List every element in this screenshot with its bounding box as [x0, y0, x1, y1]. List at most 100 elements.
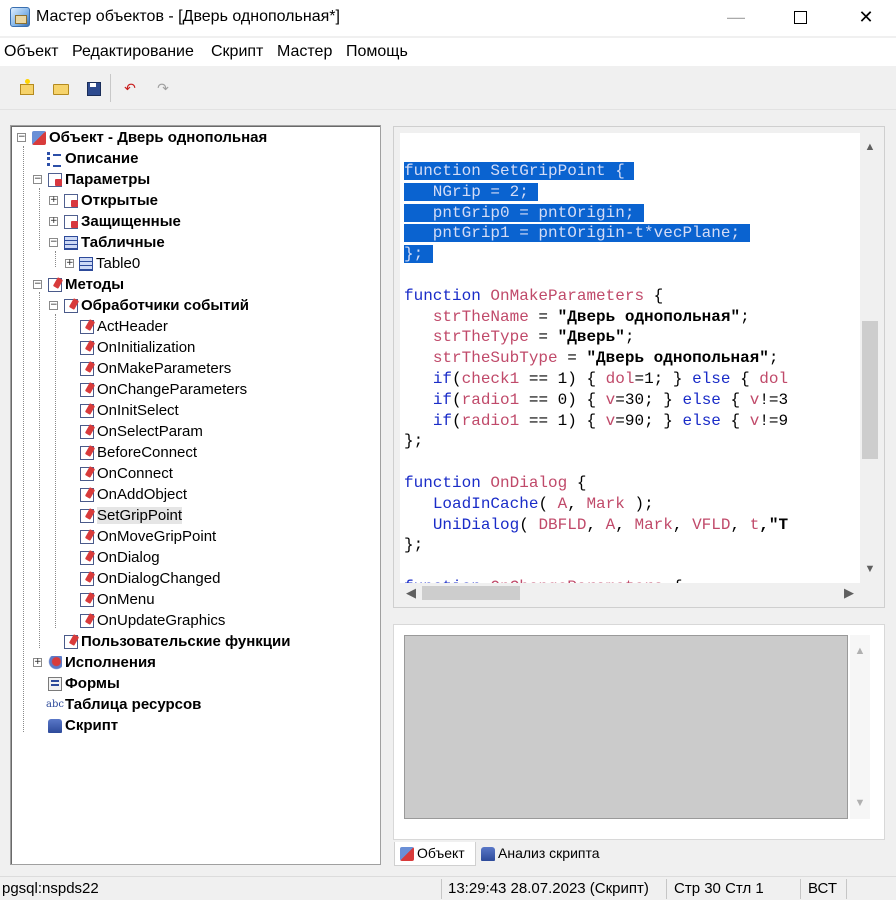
collapse-icon[interactable]: − [49, 301, 58, 310]
redo-icon[interactable]: ↷ [153, 78, 173, 98]
tree-item-handler[interactable]: OnInitSelect [17, 401, 377, 421]
tree-item-handler[interactable]: OnAddObject [17, 485, 377, 505]
tree-item-handler[interactable]: OnConnect [17, 464, 377, 484]
expand-icon[interactable]: + [65, 259, 74, 268]
vertical-scrollbar[interactable]: ▲ ▼ [860, 133, 880, 583]
minimize-button[interactable]: — [706, 0, 766, 36]
tree-item-methods[interactable]: − Методы [17, 275, 377, 295]
tree-item-handler[interactable]: OnSelectParam [17, 422, 377, 442]
app-icon [10, 7, 30, 27]
tree-item-handler[interactable]: OnUpdateGraphics [17, 611, 377, 631]
scroll-up-icon[interactable]: ▲ [860, 141, 880, 153]
code-line-text: function OnDialog { [404, 474, 586, 492]
collapse-icon[interactable]: − [33, 280, 42, 289]
output-area[interactable] [404, 635, 848, 819]
expand-icon[interactable]: + [49, 217, 58, 226]
code-line-text: UniDialog( DBFLD, A, Mark, VFLD, t,"Т [404, 516, 788, 534]
code-token: v [749, 390, 760, 409]
code-token: ; [624, 328, 635, 347]
tree-item-handler[interactable]: OnMakeParameters [17, 359, 377, 379]
menu-script[interactable]: Скрипт [211, 43, 263, 61]
script-editor-panel: function SetGripPoint { NGrip = 2; pntGr… [393, 126, 885, 608]
code-token: "Дверь" [557, 328, 625, 347]
code-token: VFLD [692, 515, 731, 534]
output-panel: ▲ ▼ [393, 624, 885, 840]
expand-icon[interactable]: + [49, 196, 58, 205]
tree-root[interactable]: − Объект - Дверь однопольная [17, 128, 377, 148]
close-button[interactable]: ✕ [836, 0, 896, 36]
scroll-thumb[interactable] [422, 586, 520, 600]
tree-item-forms[interactable]: Формы [17, 674, 377, 694]
tree-item-handler[interactable]: OnInitialization [17, 338, 377, 358]
code-token: if [432, 369, 453, 388]
tree-root-label: Объект - Дверь однопольная [49, 129, 268, 146]
collapse-icon[interactable]: − [17, 133, 26, 142]
code-line-text: strTheName = "Дверь однопольная"; [404, 308, 750, 326]
code-editor[interactable]: function SetGripPoint { NGrip = 2; pntGr… [400, 133, 866, 583]
tree-item-handler[interactable]: ActHeader [17, 317, 377, 337]
code-token: radio1 [461, 390, 520, 409]
code-token: "Дверь однопольная" [586, 349, 769, 368]
code-token: { [605, 162, 625, 180]
maximize-button[interactable] [770, 0, 830, 36]
code-line: function OnMakeParameters { [404, 286, 788, 307]
code-line-text: if(radio1 == 1) { v=90; } else { v!=9 [404, 412, 788, 430]
method-icon [80, 488, 94, 502]
tree-item-handler[interactable]: OnDialog [17, 548, 377, 568]
tree-item-executions[interactable]: + Исполнения [17, 653, 377, 673]
scroll-right-icon[interactable]: ▶ [844, 585, 854, 601]
object-tree[interactable]: − Объект - Дверь однопольная Описание − … [10, 125, 381, 865]
selection-pad [529, 183, 539, 201]
status-connection: pgsql:nspds22 [2, 880, 99, 897]
code-line-text: function OnMakeParameters { [404, 287, 663, 305]
scroll-up-icon[interactable]: ▲ [850, 645, 870, 657]
undo-icon[interactable]: ↶ [120, 78, 140, 98]
menu-help[interactable]: Помощь [346, 43, 408, 61]
tree-item-handler-selected[interactable]: SetGripPoint [17, 506, 377, 526]
tree-item-description[interactable]: Описание [17, 149, 377, 169]
expand-icon[interactable]: + [33, 658, 42, 667]
method-icon [80, 425, 94, 439]
output-scrollbar[interactable]: ▲ ▼ [850, 635, 870, 819]
tree-item-user-functions[interactable]: Пользовательские функции [17, 632, 377, 652]
object-icon [32, 131, 46, 145]
tree-item-handler[interactable]: BeforeConnect [17, 443, 377, 463]
menu-object[interactable]: Объект [4, 43, 58, 61]
tree-item-resources[interactable]: abc Таблица ресурсов [17, 695, 377, 715]
tree-item-parameters[interactable]: − Параметры [17, 170, 377, 190]
code-token: { [720, 411, 750, 430]
code-line: LoadInCache( A, Mark ); [404, 494, 788, 515]
tree-item-script[interactable]: Скрипт [17, 716, 377, 736]
code-token: = [557, 349, 587, 368]
tree-item-handler[interactable]: OnMoveGripPoint [17, 527, 377, 547]
tab-object[interactable]: Объект [394, 842, 476, 866]
scroll-thumb[interactable] [862, 321, 878, 459]
collapse-icon[interactable]: − [33, 175, 42, 184]
scroll-left-icon[interactable]: ◀ [406, 585, 416, 601]
tree-item-tabular[interactable]: − Табличные [17, 233, 377, 253]
code-token: DBFLD [538, 515, 587, 534]
tree-item-table0[interactable]: + Table0 [17, 254, 377, 274]
tree-item-handler[interactable]: OnChangeParameters [17, 380, 377, 400]
tree-item-open[interactable]: + Открытые [17, 191, 377, 211]
scroll-down-icon[interactable]: ▼ [860, 563, 880, 575]
horizontal-scrollbar[interactable]: ◀ ▶ [400, 583, 860, 603]
code-token: ( [538, 494, 558, 513]
code-token: =1; } [634, 369, 693, 388]
collapse-icon[interactable]: − [49, 238, 58, 247]
menu-wizard[interactable]: Мастер [277, 43, 332, 61]
scroll-down-icon[interactable]: ▼ [850, 797, 870, 809]
new-object-icon[interactable] [16, 78, 36, 98]
code-line-text: strTheType = "Дверь"; [404, 328, 635, 347]
save-icon[interactable] [83, 78, 103, 98]
tree-item-handler[interactable]: OnDialogChanged [17, 569, 377, 589]
tree-item-handler[interactable]: OnMenu [17, 590, 377, 610]
script-icon [48, 719, 62, 733]
tree-item-protected[interactable]: + Защищенные [17, 212, 377, 232]
tree-item-event-handlers[interactable]: − Обработчики событий [17, 296, 377, 316]
method-icon [80, 383, 94, 397]
tab-script-analysis[interactable]: Анализ скрипта [476, 842, 618, 866]
menu-edit[interactable]: Редактирование [72, 43, 194, 61]
open-folder-icon[interactable] [50, 78, 70, 98]
